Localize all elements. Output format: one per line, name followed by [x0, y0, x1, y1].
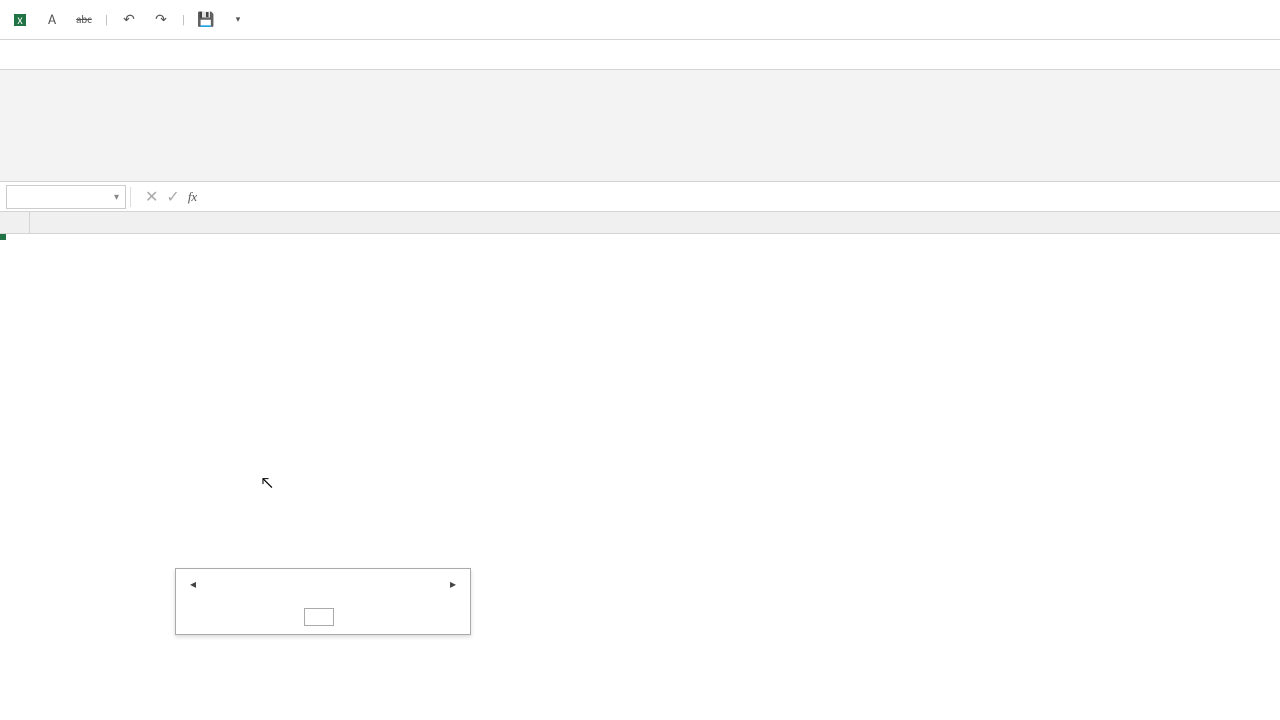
column-headers [0, 212, 1280, 234]
undo-icon[interactable]: ↶ [117, 8, 141, 32]
svg-text:X: X [17, 14, 23, 27]
formula-bar-row: ▾ ✕ ✓ fx [0, 182, 1280, 212]
select-all-corner[interactable] [0, 212, 30, 233]
fx-icon[interactable]: fx [188, 189, 197, 205]
font-icon[interactable]: A [40, 8, 64, 32]
formula-input[interactable] [207, 185, 1280, 209]
title-bar: X A abc │ ↶ ↷ │ 💾 ▾ [0, 0, 1280, 40]
fill-handle[interactable] [0, 234, 6, 240]
quick-access-toolbar: X A abc │ ↶ ↷ │ 💾 ▾ [0, 8, 250, 32]
cancel-icon[interactable]: ✕ [145, 187, 158, 207]
ribbon-tabs [0, 40, 1280, 70]
enter-icon[interactable]: ✓ [166, 187, 179, 207]
ribbon [0, 70, 1280, 182]
excel-icon[interactable]: X [8, 8, 32, 32]
prev-month-button[interactable]: ◂ [184, 575, 202, 594]
next-month-button[interactable]: ▸ [444, 575, 462, 594]
today-highlight-box [304, 608, 334, 626]
save-icon[interactable]: 💾 [194, 8, 218, 32]
redo-icon[interactable]: ↷ [149, 8, 173, 32]
chevron-down-icon[interactable]: ▾ [114, 190, 119, 203]
name-box[interactable]: ▾ [6, 185, 126, 209]
calendar-popup: ◂ ▸ [175, 568, 471, 635]
qat-customize-icon[interactable]: ▾ [226, 8, 250, 32]
mouse-cursor: ↖ [260, 474, 274, 493]
spreadsheet: ◂ ▸ ↖ [0, 212, 1280, 234]
strike-icon[interactable]: abc [72, 8, 96, 32]
